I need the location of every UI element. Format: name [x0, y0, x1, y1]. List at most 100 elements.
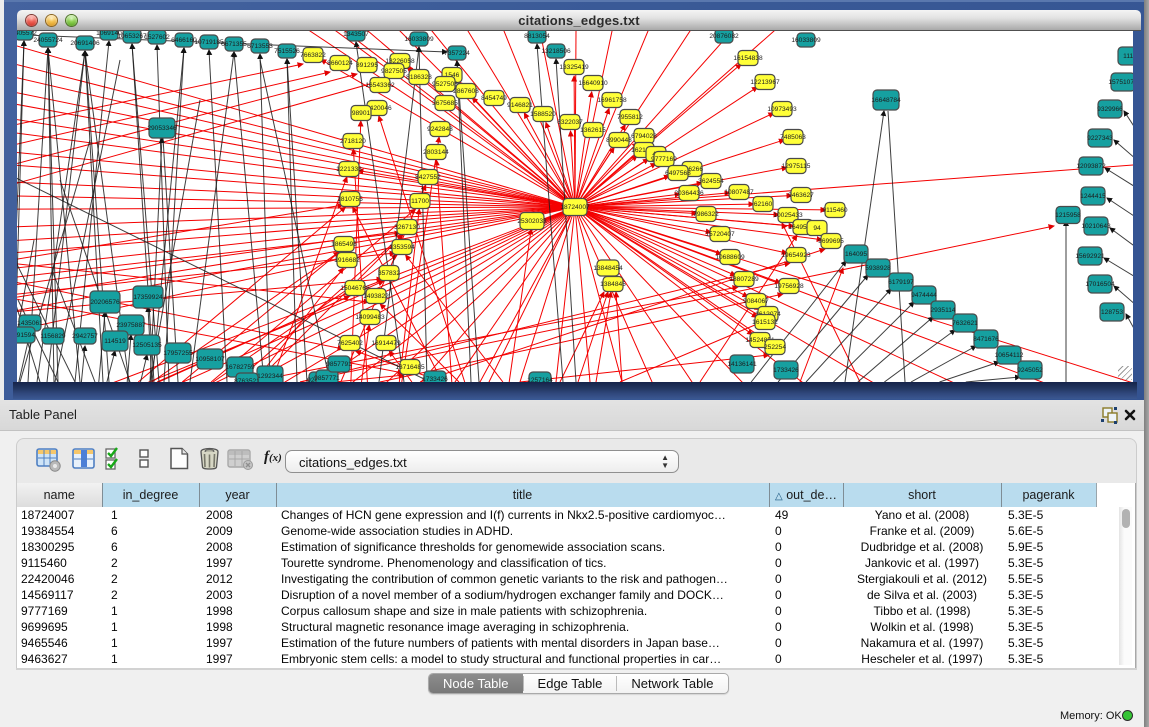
svg-text:1865498: 1865498 [331, 241, 357, 248]
svg-text:24055724: 24055724 [33, 37, 63, 44]
svg-text:1112: 1112 [1123, 53, 1133, 60]
svg-text:391594: 391594 [17, 332, 35, 339]
svg-text:2803144: 2803144 [423, 149, 449, 156]
svg-text:1257164: 1257164 [527, 377, 553, 382]
svg-text:9084067: 9084067 [743, 298, 769, 305]
svg-text:17016504: 17016504 [1085, 281, 1115, 288]
svg-text:9474444: 9474444 [911, 292, 937, 299]
svg-text:1362615: 1362615 [580, 127, 606, 134]
svg-text:9527508: 9527508 [432, 81, 458, 88]
svg-text:20876082: 20876082 [709, 33, 739, 40]
svg-text:2935114: 2935114 [930, 307, 956, 314]
svg-text:11700: 11700 [411, 198, 429, 205]
svg-text:16914479: 16914479 [371, 340, 401, 347]
svg-text:8471676: 8471676 [973, 336, 999, 343]
svg-text:94: 94 [813, 225, 821, 232]
svg-text:1215958: 1215958 [1055, 212, 1081, 219]
svg-text:12505135: 12505135 [132, 342, 162, 349]
svg-text:10807487: 10807487 [724, 189, 754, 196]
svg-text:114519: 114519 [104, 338, 126, 345]
svg-text:1221338: 1221338 [336, 166, 362, 173]
svg-text:10973493: 10973493 [767, 106, 797, 113]
svg-text:1810755: 1810755 [337, 196, 363, 203]
svg-text:10958107: 10958107 [195, 356, 225, 363]
svg-text:1353594: 1353594 [389, 244, 415, 251]
svg-text:9857791: 9857791 [326, 361, 352, 368]
svg-text:14099483: 14099483 [355, 314, 385, 321]
svg-text:7632621: 7632621 [952, 320, 978, 327]
svg-text:357832: 357832 [378, 270, 400, 277]
svg-text:7625402: 7625402 [337, 340, 363, 347]
svg-text:9242848: 9242848 [427, 126, 453, 133]
svg-text:9777169: 9777169 [651, 156, 677, 163]
svg-text:13218506: 13218506 [541, 48, 571, 55]
svg-text:9227343: 9227343 [1087, 135, 1113, 142]
svg-text:9329966: 9329966 [1097, 106, 1123, 113]
svg-text:98901: 98901 [352, 110, 371, 117]
svg-text:1435061: 1435061 [17, 320, 43, 327]
svg-text:16033809: 16033809 [791, 37, 821, 44]
svg-text:17359924: 17359924 [133, 294, 163, 301]
svg-text:12093872: 12093872 [1076, 163, 1106, 170]
svg-text:6713553: 6713553 [247, 43, 273, 50]
svg-text:164095: 164095 [845, 251, 867, 258]
svg-text:15046766: 15046766 [340, 285, 370, 292]
svg-text:16033809: 16033809 [404, 36, 434, 43]
svg-text:2867608: 2867608 [453, 88, 479, 95]
svg-text:7986322: 7986322 [693, 211, 719, 218]
svg-text:3675685: 3675685 [432, 100, 458, 107]
svg-text:14136141: 14136141 [727, 361, 757, 368]
svg-text:2942757: 2942757 [72, 333, 98, 340]
svg-text:13848454: 13848454 [593, 265, 623, 272]
svg-text:16154838: 16154838 [733, 55, 763, 62]
svg-text:891295: 891295 [356, 62, 378, 69]
svg-text:9146821: 9146821 [507, 102, 533, 109]
svg-text:8990448: 8990448 [606, 137, 632, 144]
svg-text:16543362: 16543362 [365, 82, 395, 89]
svg-text:3624554: 3624554 [698, 178, 724, 185]
svg-text:9699695: 9699695 [818, 238, 844, 245]
svg-text:10688609: 10688609 [715, 254, 745, 261]
svg-text:252254: 252254 [764, 344, 786, 351]
svg-text:15692921: 15692921 [1075, 253, 1105, 260]
svg-text:25302033: 25302033 [517, 218, 547, 225]
svg-text:1244415: 1244415 [1080, 193, 1106, 200]
svg-text:18807289: 18807289 [729, 276, 759, 283]
svg-text:18724007: 18724007 [560, 204, 590, 211]
svg-text:9857771: 9857771 [314, 375, 340, 382]
svg-text:1615132: 1615132 [752, 319, 778, 326]
svg-text:2718120: 2718120 [340, 138, 366, 145]
svg-text:5938928: 5938928 [865, 265, 891, 272]
svg-text:6322037: 6322037 [557, 119, 583, 126]
svg-text:13716485: 13716485 [395, 364, 425, 371]
svg-text:6671355: 6671355 [221, 41, 247, 48]
svg-text:9115460: 9115460 [822, 207, 848, 214]
svg-text:8660124: 8660124 [327, 60, 353, 67]
svg-text:7515526: 7515526 [274, 48, 300, 55]
svg-text:29053346: 29053346 [147, 125, 177, 132]
svg-text:12975115: 12975115 [782, 163, 811, 170]
svg-text:20364436: 20364436 [674, 190, 704, 197]
svg-text:8813054: 8813054 [524, 33, 550, 40]
svg-text:9245052: 9245052 [1017, 367, 1043, 374]
svg-text:15751074: 15751074 [1108, 79, 1133, 86]
svg-text:3267130: 3267130 [394, 224, 420, 231]
svg-text:1292344: 1292344 [257, 373, 283, 380]
svg-text:6179197: 6179197 [888, 279, 914, 286]
svg-text:19756928: 19756928 [774, 283, 804, 290]
svg-text:16782759: 16782759 [225, 364, 255, 371]
svg-text:1733426: 1733426 [422, 376, 448, 382]
svg-text:10654112: 10654112 [995, 352, 1024, 359]
svg-text:19654923: 19654923 [781, 252, 811, 259]
svg-text:8763521: 8763521 [234, 378, 260, 382]
svg-text:8454749: 8454749 [481, 95, 507, 102]
svg-text:23975887: 23975887 [116, 322, 146, 329]
svg-text:8427552: 8427552 [415, 174, 441, 181]
svg-text:1733426: 1733426 [773, 367, 799, 374]
svg-text:6794028: 6794028 [631, 133, 657, 140]
svg-text:20691406: 20691406 [70, 40, 100, 47]
svg-text:16648784: 16648784 [871, 97, 901, 104]
svg-text:16640910: 16640910 [578, 80, 608, 87]
svg-text:1343507: 1343507 [343, 31, 369, 38]
svg-text:20206576: 20206576 [90, 299, 120, 306]
